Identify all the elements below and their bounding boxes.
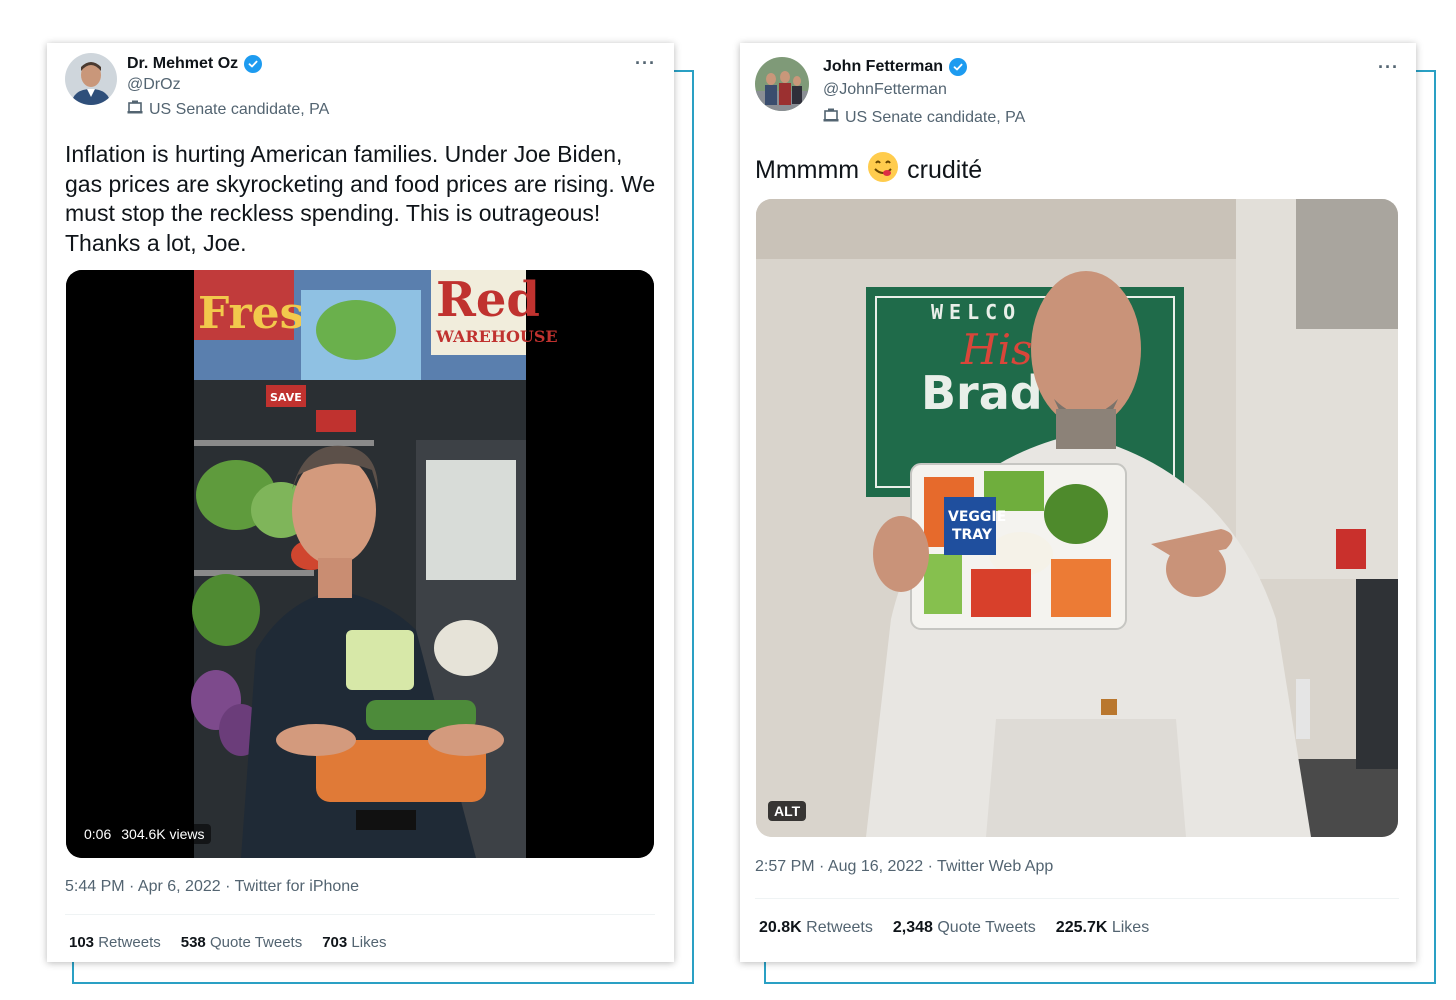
alt-badge[interactable]: ALT — [768, 801, 807, 821]
tweet-card-fetterman: John Fetterman @JohnFetterman US Senate … — [740, 43, 1416, 962]
likes-label: Likes — [1111, 919, 1150, 936]
more-icon[interactable]: ··· — [1378, 57, 1399, 78]
author-name[interactable]: John Fetterman — [823, 58, 943, 76]
sign-red: Red — [436, 272, 540, 328]
author-name[interactable]: Dr. Mehmet Oz — [127, 55, 238, 73]
verified-badge-icon — [949, 58, 968, 76]
tweet-meta[interactable]: 2:57 PM · Aug 16, 2022 · Twitter Web App — [755, 858, 1053, 876]
video-views: 304.6K views — [121, 826, 205, 842]
video-frame-illustration: Fresh F Red WAREHOUSE SAVE — [66, 270, 654, 858]
photo-illustration: WELCO Hist Brad VEGGIE TRAY — [756, 199, 1398, 837]
tweet-photo[interactable]: WELCO Hist Brad VEGGIE TRAY ALT — [756, 199, 1398, 837]
engagement-stats: 20.8K Retweets 2,348 Quote Tweets 225.7K… — [759, 919, 1149, 937]
retweets-label: Retweets — [806, 919, 873, 936]
more-icon[interactable]: ··· — [635, 53, 656, 74]
avatar[interactable] — [65, 53, 117, 105]
quote-tweets-label: Quote Tweets — [209, 934, 303, 951]
building-icon — [127, 100, 143, 119]
retweets-count: 20.8K — [759, 919, 802, 936]
tweet-text: Inflation is hurting American families. … — [65, 141, 656, 256]
affiliation-label: US Senate candidate, PA — [823, 108, 1025, 127]
quote-tweets-label: Quote Tweets — [937, 919, 1036, 936]
tweet-text-after: crudité — [907, 156, 983, 184]
building-icon — [823, 108, 839, 127]
affiliation-text: US Senate candidate, PA — [149, 100, 330, 118]
engagement-stats: 103 Retweets 538 Quote Tweets 703 Likes — [69, 934, 386, 951]
divider — [65, 914, 655, 915]
tray-label-veggie: VEGGIE — [948, 509, 1006, 525]
avatar[interactable] — [755, 57, 809, 111]
retweets-count: 103 — [69, 934, 95, 951]
tray-label-tray: TRAY — [952, 527, 993, 543]
tweet-text-before: Mmmmm — [755, 156, 860, 184]
quote-tweets-stat[interactable]: 2,348 Quote Tweets — [893, 919, 1036, 937]
affiliation-text: US Senate candidate, PA — [845, 108, 1026, 126]
sign-braddock: Brad — [921, 366, 1043, 420]
verified-badge-icon — [244, 55, 263, 73]
retweets-stat[interactable]: 103 Retweets — [69, 934, 161, 951]
tweet-video[interactable]: Fresh F Red WAREHOUSE SAVE 0:06 304.6K v… — [66, 270, 654, 858]
video-overlay: 0:06 304.6K views — [78, 824, 211, 844]
likes-stat[interactable]: 225.7K Likes — [1056, 919, 1149, 937]
yum-emoji-icon — [867, 151, 899, 191]
quote-tweets-count: 538 — [180, 934, 206, 951]
retweets-stat[interactable]: 20.8K Retweets — [759, 919, 873, 937]
sign-welcome: WELCO — [931, 300, 1021, 324]
likes-stat[interactable]: 703 Likes — [322, 934, 386, 951]
video-time: 0:06 — [84, 826, 112, 842]
likes-count: 703 — [322, 934, 348, 951]
author-handle[interactable]: @DrOz — [127, 76, 181, 94]
quote-tweets-stat[interactable]: 538 Quote Tweets — [181, 934, 302, 951]
tweet-meta[interactable]: 5:44 PM · Apr 6, 2022 · Twitter for iPho… — [65, 878, 359, 896]
likes-count: 225.7K — [1055, 919, 1108, 936]
sign-warehouse: WAREHOUSE — [435, 327, 558, 346]
price-tag-save: SAVE — [270, 391, 302, 404]
tweet-text: Mmmmm crudité — [755, 151, 982, 191]
divider — [755, 898, 1399, 899]
quote-tweets-count: 2,348 — [892, 919, 933, 936]
author-handle[interactable]: @JohnFetterman — [823, 81, 947, 99]
likes-label: Likes — [351, 934, 387, 951]
tweet-card-oz: Dr. Mehmet Oz @DrOz US Senate candidate,… — [47, 43, 674, 962]
affiliation-label: US Senate candidate, PA — [127, 100, 329, 119]
retweets-label: Retweets — [98, 934, 161, 951]
